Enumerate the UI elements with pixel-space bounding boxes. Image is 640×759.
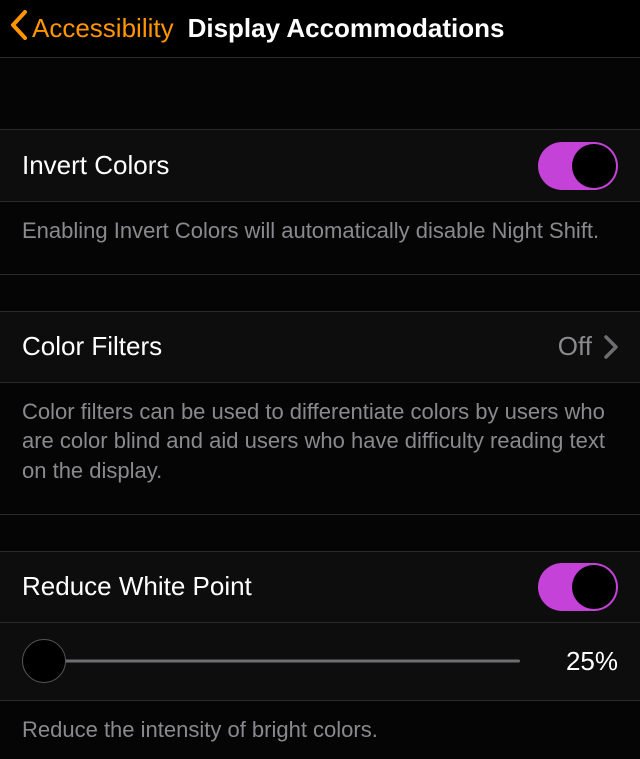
reduce-white-point-row[interactable]: Reduce White Point (0, 551, 640, 623)
slider-track (22, 660, 520, 663)
invert-colors-label: Invert Colors (22, 150, 169, 181)
invert-colors-toggle[interactable] (538, 142, 618, 190)
color-filters-row[interactable]: Color Filters Off (0, 311, 640, 383)
invert-colors-footer: Enabling Invert Colors will automaticall… (0, 202, 640, 275)
color-filters-value: Off (558, 331, 592, 362)
white-point-value: 25% (548, 646, 618, 677)
chevron-right-icon (604, 335, 618, 359)
reduce-white-point-toggle[interactable] (538, 563, 618, 611)
white-point-slider-row: 25% (0, 623, 640, 701)
section-spacer (0, 275, 640, 311)
invert-colors-row[interactable]: Invert Colors (0, 130, 640, 202)
toggle-knob (572, 565, 616, 609)
white-point-slider[interactable] (22, 639, 520, 683)
back-button[interactable]: Accessibility (10, 10, 174, 47)
navigation-bar: Accessibility Display Accommodations (0, 0, 640, 58)
reduce-white-point-footer: Reduce the intensity of bright colors. (0, 701, 640, 759)
reduce-white-point-label: Reduce White Point (22, 571, 252, 602)
page-title: Display Accommodations (188, 13, 505, 44)
toggle-knob (572, 144, 616, 188)
section-spacer (0, 515, 640, 551)
color-filters-label: Color Filters (22, 331, 162, 362)
section-spacer (0, 58, 640, 130)
chevron-left-icon (10, 10, 32, 47)
back-label: Accessibility (32, 13, 174, 44)
slider-thumb[interactable] (22, 639, 66, 683)
color-filters-footer: Color filters can be used to differentia… (0, 383, 640, 515)
